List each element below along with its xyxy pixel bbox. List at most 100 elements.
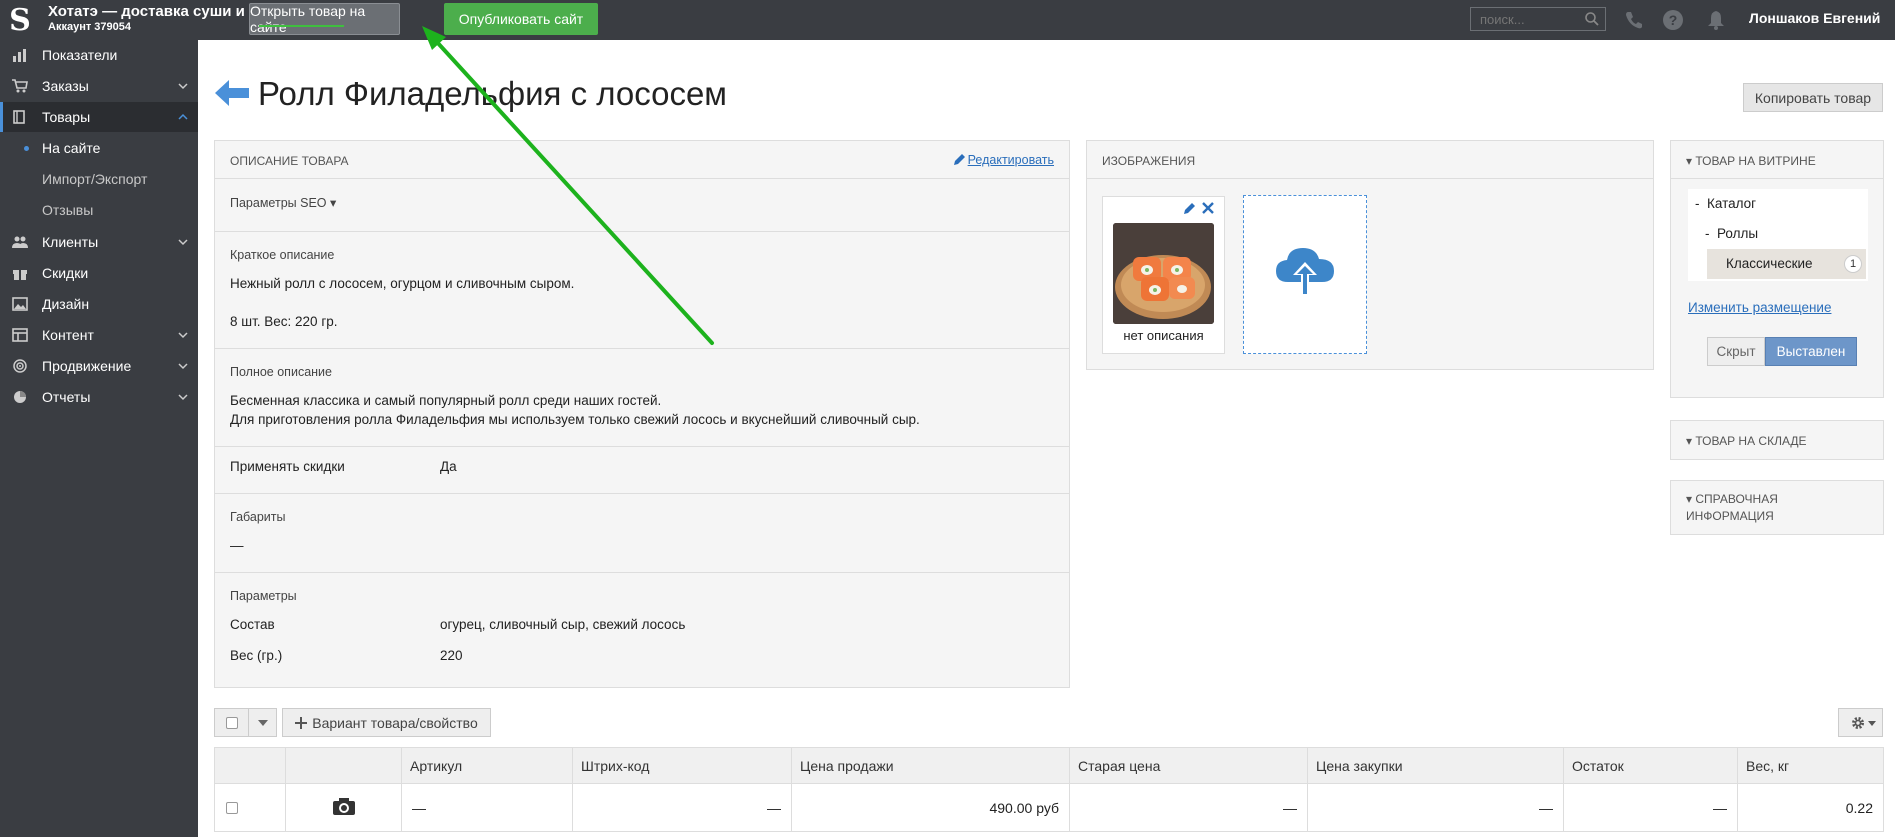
- images-panel: ИЗОБРАЖЕНИЯ нет описания: [1086, 140, 1654, 370]
- column-header[interactable]: Штрих-код: [572, 747, 792, 784]
- sidebar-subitem-on-site[interactable]: На сайте: [0, 133, 198, 163]
- close-icon[interactable]: [1202, 202, 1214, 214]
- sidebar-item-dashboard[interactable]: Показатели: [0, 40, 198, 70]
- cost-cell[interactable]: —: [1307, 783, 1564, 832]
- pencil-icon[interactable]: [1183, 202, 1196, 215]
- content-icon: [12, 328, 28, 342]
- tree-item-catalog[interactable]: - Каталог: [1695, 196, 1756, 211]
- sidebar-item-content[interactable]: Контент: [0, 320, 198, 350]
- shown-toggle[interactable]: Выставлен: [1765, 337, 1857, 366]
- select-all-checkbox[interactable]: [226, 717, 238, 729]
- tree-item-label: Классические: [1726, 256, 1813, 271]
- bell-icon[interactable]: [1705, 9, 1727, 31]
- photo-cell[interactable]: [285, 783, 402, 832]
- search-icon[interactable]: [1584, 11, 1600, 27]
- short-description-label: Краткое описание: [230, 248, 335, 262]
- add-variant-button[interactable]: Вариант товара/свойство: [282, 708, 491, 737]
- table-settings-button[interactable]: [1838, 708, 1883, 737]
- chevron-down-icon: [178, 239, 188, 246]
- divider: [248, 709, 249, 736]
- sidebar-item-label: Контент: [42, 327, 94, 343]
- top-bar: S Хотатэ — доставка суши и роллов Аккаун…: [0, 0, 1895, 40]
- sidebar-subitem-import-export[interactable]: Импорт/Экспорт: [0, 164, 198, 194]
- pencil-icon[interactable]: [953, 153, 966, 166]
- sidebar-subitem-label: Отзывы: [42, 202, 94, 218]
- column-header-photo: [285, 747, 402, 784]
- back-arrow-icon[interactable]: [215, 80, 249, 106]
- old-price-cell[interactable]: —: [1069, 783, 1308, 832]
- category-tree: - Каталог - Роллы Классические 1: [1688, 189, 1868, 281]
- column-header[interactable]: Цена закупки: [1307, 747, 1564, 784]
- seo-params-dropdown[interactable]: Параметры SEO ▾: [230, 195, 336, 210]
- sidebar-item-label: Отчеты: [42, 389, 91, 405]
- sidebar-item-label: Дизайн: [42, 296, 90, 312]
- bulk-select-control[interactable]: [214, 708, 277, 737]
- caret-down-icon[interactable]: [258, 720, 268, 727]
- barcode-cell[interactable]: —: [572, 783, 792, 832]
- image-caption: нет описания: [1123, 328, 1204, 343]
- tree-item-label: Роллы: [1717, 226, 1759, 241]
- sidebar-item-orders[interactable]: Заказы: [0, 71, 198, 101]
- column-header[interactable]: Остаток: [1563, 747, 1738, 784]
- product-image-card[interactable]: нет описания: [1102, 196, 1225, 354]
- shop-title[interactable]: Хотатэ — доставка суши и роллов: [48, 3, 244, 20]
- sidebar-subitem-label: Импорт/Экспорт: [42, 171, 148, 187]
- column-header[interactable]: Вес, кг: [1737, 747, 1884, 784]
- upload-image-dropzone[interactable]: [1243, 195, 1367, 354]
- edit-description-link[interactable]: Редактировать: [968, 153, 1054, 167]
- images-header-label: ИЗОБРАЖЕНИЯ: [1102, 154, 1196, 168]
- user-name[interactable]: Лоншаков Евгений: [1749, 10, 1880, 26]
- sidebar-item-clients[interactable]: Клиенты: [0, 227, 198, 257]
- tree-item-rolls[interactable]: - Роллы: [1705, 226, 1758, 241]
- sidebar-item-design[interactable]: Дизайн: [0, 289, 198, 319]
- hidden-toggle[interactable]: Скрыт: [1707, 337, 1765, 366]
- showcase-header[interactable]: ▾ ТОВАР НА ВИТРИНЕ: [1671, 141, 1883, 179]
- page-title: Ролл Филадельфия с лососем: [258, 75, 727, 112]
- camera-icon[interactable]: [332, 797, 355, 815]
- table-row[interactable]: — — 490.00 руб — — — 0.22: [214, 783, 1884, 832]
- sidebar-item-label: Показатели: [42, 47, 118, 63]
- column-header[interactable]: Артикул: [401, 747, 573, 784]
- apply-discounts-label: Применять скидки: [230, 459, 345, 474]
- help-icon[interactable]: ?: [1662, 9, 1684, 31]
- full-description-line: Бесменная классика и самый популярный ро…: [230, 393, 662, 408]
- logo-icon[interactable]: S: [0, 0, 40, 40]
- composition-value: огурец, сливочный сыр, свежий лосось: [440, 617, 686, 632]
- stock-cell[interactable]: —: [1563, 783, 1738, 832]
- tree-item-label: Каталог: [1707, 196, 1757, 211]
- publish-site-button[interactable]: Опубликовать сайт: [444, 3, 598, 35]
- copy-product-button[interactable]: Копировать товар: [1743, 83, 1883, 112]
- sidebar-subitem-reviews[interactable]: Отзывы: [0, 195, 198, 225]
- sidebar-item-promotion[interactable]: Продвижение: [0, 351, 198, 381]
- sidebar-item-products[interactable]: Товары: [0, 102, 198, 132]
- showcase-header-label: ▾ ТОВАР НА ВИТРИНЕ: [1686, 154, 1816, 168]
- weight-cell[interactable]: 0.22: [1737, 783, 1884, 832]
- sidebar-subitem-label: На сайте: [42, 140, 101, 156]
- stock-panel[interactable]: ▾ ТОВАР НА СКЛАДЕ: [1670, 420, 1884, 460]
- svg-text:?: ?: [1669, 12, 1678, 28]
- sku-cell[interactable]: —: [401, 783, 573, 832]
- sidebar-item-discounts[interactable]: Скидки: [0, 258, 198, 288]
- short-description-line: Нежный ролл с лососем, огурцом и сливочн…: [230, 276, 575, 291]
- reference-panel[interactable]: ▾ СПРАВОЧНАЯ ИНФОРМАЦИЯ: [1670, 480, 1884, 535]
- column-header[interactable]: Старая цена: [1069, 747, 1308, 784]
- tree-item-classic[interactable]: Классические 1: [1707, 249, 1866, 279]
- dimensions-label: Габариты: [230, 510, 286, 524]
- row-checkbox[interactable]: [226, 801, 238, 814]
- seo-params-label: Параметры SEO: [230, 196, 327, 210]
- sidebar-item-label: Скидки: [42, 265, 89, 281]
- apply-discounts-value: Да: [440, 459, 457, 474]
- sushi-photo[interactable]: [1113, 223, 1214, 324]
- dimensions-value: —: [230, 538, 244, 553]
- column-header[interactable]: Цена продажи: [791, 747, 1070, 784]
- open-product-on-site-button[interactable]: Открыть товар на сайте: [249, 3, 400, 35]
- chevron-down-icon: [178, 394, 188, 401]
- phone-icon[interactable]: [1623, 9, 1645, 31]
- account-number: Аккаунт 379054: [48, 21, 131, 33]
- sidebar-item-reports[interactable]: Отчеты: [0, 382, 198, 412]
- price-cell[interactable]: 490.00 руб: [791, 783, 1070, 832]
- gear-icon: [1852, 717, 1864, 729]
- column-header-checkbox: [214, 747, 286, 784]
- change-placement-link[interactable]: Изменить размещение: [1688, 300, 1831, 315]
- full-description-label: Полное описание: [230, 365, 332, 379]
